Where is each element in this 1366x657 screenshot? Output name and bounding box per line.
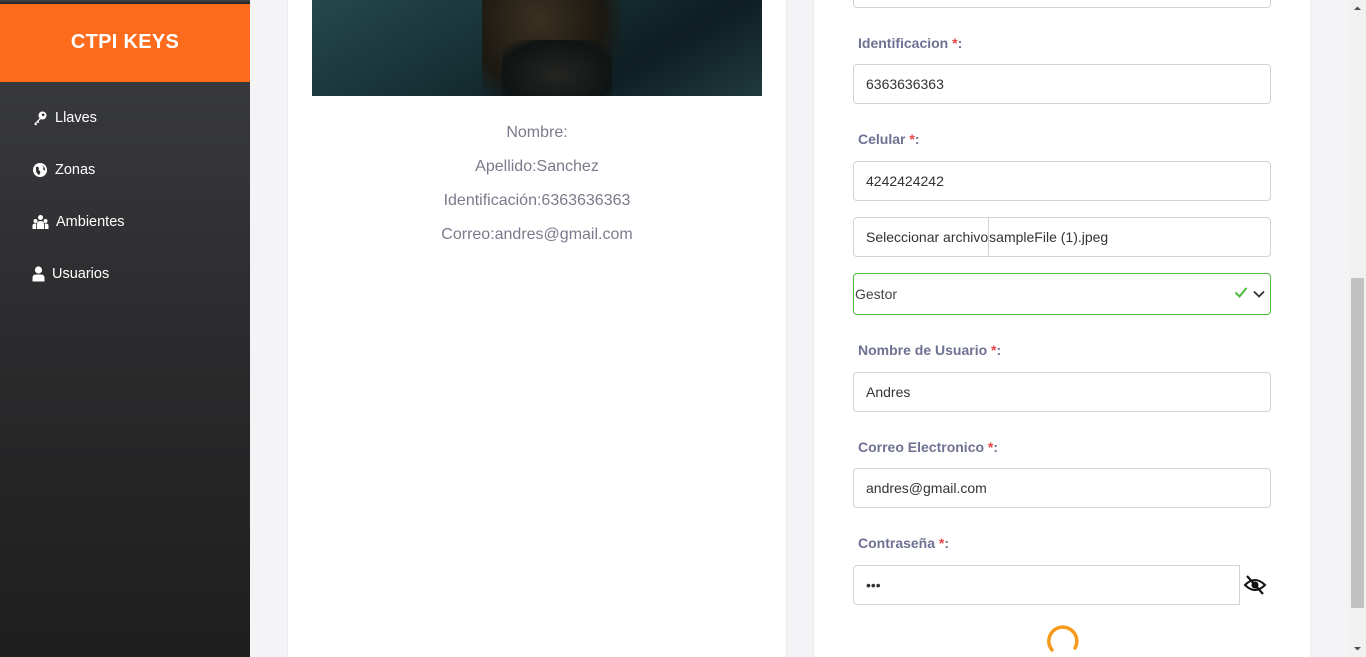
user-icon: [32, 266, 45, 282]
sidebar-item-zonas[interactable]: Zonas: [32, 158, 95, 182]
correo-input[interactable]: andres@gmail.com: [853, 468, 1271, 508]
password-label: Contraseña *:: [858, 535, 949, 551]
identificacion-input[interactable]: 6363636363: [853, 64, 1271, 104]
rol-select[interactable]: Gestor: [853, 273, 1271, 315]
scroll-down-icon[interactable]: [1349, 640, 1366, 657]
file-name: sampleFile (1).jpeg: [989, 229, 1109, 245]
celular-input[interactable]: 4242424242: [853, 161, 1271, 201]
celular-label: Celular *:: [858, 131, 919, 147]
sidebar: CTPI KEYS Llaves Zonas Ambientes Usuario…: [0, 0, 250, 657]
brand-logo[interactable]: CTPI KEYS: [0, 2, 250, 82]
rol-selected-value: Gestor: [855, 286, 898, 302]
label-colon: :: [957, 35, 963, 51]
sidebar-item-label: Ambientes: [56, 214, 125, 230]
eye-slash-icon[interactable]: [1243, 574, 1267, 596]
label-text: Celular: [858, 131, 910, 147]
label-colon: :: [993, 439, 999, 455]
profile-apellido: Apellido:Sanchez: [475, 158, 599, 175]
globe-icon: [32, 162, 48, 178]
scrollbar-thumb[interactable]: [1351, 278, 1364, 608]
previous-input[interactable]: [853, 0, 1271, 8]
scroll-up-icon[interactable]: [1349, 0, 1366, 17]
password-input[interactable]: •••: [853, 565, 1240, 605]
sidebar-item-label: Zonas: [55, 162, 96, 178]
profile-correo: Correo:andres@gmail.com: [441, 226, 633, 243]
profile-photo: [312, 0, 762, 96]
label-colon: :: [996, 342, 1002, 358]
identificacion-label: Identificacion *:: [858, 35, 962, 51]
sidebar-item-usuarios[interactable]: Usuarios: [32, 262, 109, 286]
label-colon: :: [914, 131, 920, 147]
label-text: Contraseña: [858, 535, 939, 551]
people-group-icon: [32, 214, 49, 230]
label-colon: :: [944, 535, 950, 551]
label-text: Nombre de Usuario: [858, 342, 992, 358]
label-text: Identificacion: [858, 35, 953, 51]
sidebar-item-ambientes[interactable]: Ambientes: [32, 210, 125, 234]
key-icon: [32, 110, 48, 126]
correo-label: Correo Electronico *:: [858, 439, 998, 455]
file-select-button[interactable]: Seleccionar archivo: [854, 218, 990, 256]
profile-nombre: Nombre:: [506, 124, 568, 141]
loading-spinner: [1045, 623, 1079, 657]
usuario-label: Nombre de Usuario *:: [858, 342, 1001, 358]
chevron-down-icon: [1252, 287, 1266, 304]
photo-rock-shadow: [502, 40, 612, 96]
usuario-input[interactable]: Andres: [853, 372, 1271, 412]
profile-card: [287, 0, 787, 657]
check-icon: [1234, 285, 1248, 302]
sidebar-item-llaves[interactable]: Llaves: [32, 106, 97, 130]
sidebar-item-label: Llaves: [55, 110, 97, 126]
sidebar-item-label: Usuarios: [52, 266, 110, 282]
profile-identificacion: Identificación:6363636363: [443, 192, 631, 209]
label-text: Correo Electronico: [858, 439, 988, 455]
photo-file-input[interactable]: Seleccionar archivo sampleFile (1).jpeg: [853, 217, 1271, 257]
